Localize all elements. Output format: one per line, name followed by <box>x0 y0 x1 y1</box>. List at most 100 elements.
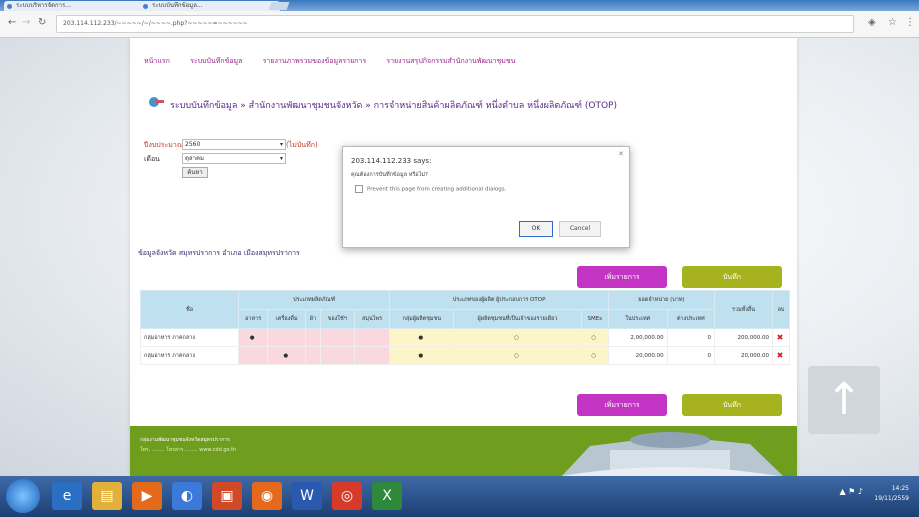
single-owner-radio[interactable]: ○ <box>453 346 582 365</box>
row-name: กลุ่มอาหาร ภาคกลาง <box>140 346 239 365</box>
tab-favicon-icon <box>143 4 148 9</box>
add-item-button-bottom[interactable]: เพิ่มรายการ <box>577 394 667 416</box>
col-fabric: ผ้า <box>305 309 321 329</box>
utility-checkbox[interactable] <box>319 346 355 365</box>
tab-favicon-icon <box>7 4 12 9</box>
fabric-checkbox[interactable] <box>305 328 321 347</box>
col-drink: เครื่องดื่ม <box>267 309 307 329</box>
system-tray-icons[interactable]: ▲ ⚑ ♪ <box>839 487 863 496</box>
ie-icon[interactable]: e <box>52 482 82 510</box>
single-owner-radio[interactable]: ○ <box>453 328 582 347</box>
row-name: กลุ่มอาหาร ภาคกลาง <box>140 328 239 347</box>
food-checkbox[interactable] <box>237 346 269 365</box>
building-illustration <box>561 432 783 476</box>
month-value: ตุลาคม <box>185 155 204 162</box>
app-icon[interactable]: ◐ <box>172 482 202 510</box>
start-button-icon[interactable] <box>6 479 40 513</box>
browser-tab-1[interactable]: ระบบบริหารจัดการ... ✕ <box>4 1 148 11</box>
menu-report-overview[interactable]: รายงานภาพรวมของข้อมูลรายการ <box>263 57 366 65</box>
save-button[interactable]: บันทึก <box>682 266 782 288</box>
url-field[interactable]: 203.114.112.233/~~~~~/~/~~~~.php?~~~~~=~… <box>56 15 854 33</box>
menu-icon[interactable]: ⋮ <box>905 17 915 28</box>
delete-icon[interactable]: ✖ <box>772 346 790 365</box>
year-note: (ไม่บันทึก) <box>286 141 318 149</box>
foreign-input[interactable]: 0 <box>666 346 716 365</box>
menu-record[interactable]: ระบบบันทึกข้อมูล <box>190 57 242 65</box>
chrome-icon[interactable]: ◎ <box>332 482 362 510</box>
foreign-input[interactable]: 0 <box>666 328 716 347</box>
col-domestic: ในประเทศ <box>607 309 668 329</box>
month-select[interactable]: ตุลาคม ▾ <box>182 153 286 164</box>
month-label: เดือน <box>144 155 160 163</box>
col-group-product: ประเภทผลิตภัณฑ์ <box>237 290 391 310</box>
prevent-dialogs-checkbox[interactable]: Prevent this page from creating addition… <box>355 185 506 193</box>
star-icon[interactable]: ☆ <box>888 17 897 28</box>
taskbar-clock[interactable]: 14:25 19/11/2559 <box>874 484 909 504</box>
year-value: 2560 <box>185 141 201 148</box>
checkbox-icon[interactable] <box>355 185 363 193</box>
checkbox-label: Prevent this page from creating addition… <box>367 186 507 193</box>
col-smes: SMEs <box>580 309 609 329</box>
menu-home[interactable]: หน้าแรก <box>144 57 170 65</box>
clock-date: 19/11/2559 <box>874 495 909 502</box>
page-footer: กลุ่มงานพัฒนาชุมชนจังหวัดสมุทรปราการ โทร… <box>130 426 797 476</box>
table-row: กลุ่มอาหาร ภาคกลาง ● ● ○ ○ 20,000.00 0 2… <box>140 346 790 365</box>
tools-icon <box>149 97 164 107</box>
back-arrow-icon[interactable]: ← <box>8 17 16 28</box>
col-herb: สมุนไพร <box>353 309 391 329</box>
total-value: 200,000.00 <box>714 328 773 347</box>
page-title: ระบบบันทึกข้อมูล » สำนักงานพัฒนาชุมชนจัง… <box>170 101 617 111</box>
section-title: ข้อมูลจังหวัด สมุทรปราการ อำเภอ เมืองสมุ… <box>138 249 300 257</box>
menu-report-activity[interactable]: รายงานสรุปกิจกรรมสำนักงานพัฒนาชุมชน <box>386 57 515 65</box>
community-radio[interactable]: ● <box>389 346 455 365</box>
clock-time: 14:25 <box>891 485 909 492</box>
filter-panel: ปีงบประมาณ 2560 ▾ (ไม่บันทึก) เดือน ตุลา… <box>144 139 324 200</box>
footer-contact: โทร. ........ โทรสาร ........ www.cdd.go… <box>140 447 237 453</box>
col-delete: ลบ <box>772 290 790 329</box>
extension-icon[interactable]: ◈ <box>868 17 876 28</box>
reload-icon[interactable]: ↻ <box>38 17 46 28</box>
utility-checkbox[interactable] <box>319 328 355 347</box>
browser-tab-2[interactable]: ระบบบันทึกข้อมูล... ✕ <box>140 1 280 11</box>
fabric-checkbox[interactable] <box>305 346 321 365</box>
chevron-down-icon: ▾ <box>279 141 283 148</box>
smes-radio[interactable]: ○ <box>580 328 609 347</box>
delete-icon[interactable]: ✖ <box>772 328 790 347</box>
herb-checkbox[interactable] <box>353 328 391 347</box>
new-tab-button[interactable] <box>268 2 290 10</box>
search-button[interactable]: ค้นหา <box>182 167 208 178</box>
word-icon[interactable]: W <box>292 482 322 510</box>
drink-checkbox[interactable]: ● <box>267 346 307 365</box>
col-group-sales: ยอดจำหน่าย (บาท) <box>607 290 716 310</box>
ok-button[interactable]: OK <box>519 221 553 237</box>
close-icon[interactable]: ✕ <box>618 150 624 158</box>
col-utility: ของใช้ฯ <box>319 309 355 329</box>
save-button-bottom[interactable]: บันทึก <box>682 394 782 416</box>
add-item-button[interactable]: เพิ่มรายการ <box>577 266 667 288</box>
smes-radio[interactable]: ○ <box>580 346 609 365</box>
firefox-icon[interactable]: ◉ <box>252 482 282 510</box>
content-card: หน้าแรก ระบบบันทึกข้อมูล รายงานภาพรวมของ… <box>130 38 797 476</box>
drink-checkbox[interactable] <box>267 328 307 347</box>
tab-title: ระบบบริหารจัดการ... <box>16 2 71 9</box>
confirm-dialog: ✕ 203.114.112.233 says: คุณต้องการบันทึก… <box>342 146 630 248</box>
sales-table: ชื่อ ประเภทผลิตภัณฑ์ ประเภทของผู้ผลิต ผู… <box>140 290 790 365</box>
year-select[interactable]: 2560 ▾ <box>182 139 286 150</box>
forward-arrow-icon[interactable]: → <box>22 17 30 28</box>
food-checkbox[interactable]: ● <box>237 328 269 347</box>
domestic-input[interactable]: 2,00,000.00 <box>607 328 668 347</box>
col-food: อาหาร <box>237 309 269 329</box>
col-single-owner: ผู้ผลิตชุมชนที่เป็นเจ้าของรายเดียว <box>453 309 582 329</box>
col-foreign: ต่างประเทศ <box>666 309 716 329</box>
community-radio[interactable]: ● <box>389 328 455 347</box>
excel-icon[interactable]: X <box>372 482 402 510</box>
app-icon[interactable]: ▣ <box>212 482 242 510</box>
herb-checkbox[interactable] <box>353 346 391 365</box>
col-group-producer: ประเภทของผู้ผลิต ผู้ประกอบการ OTOP <box>389 290 609 310</box>
domestic-input[interactable]: 20,000.00 <box>607 346 668 365</box>
scroll-to-top-button[interactable]: ↑ <box>808 366 880 434</box>
media-player-icon[interactable]: ▶ <box>132 482 162 510</box>
folder-icon[interactable]: ▤ <box>92 482 122 510</box>
footer-org: กลุ่มงานพัฒนาชุมชนจังหวัดสมุทรปราการ <box>140 437 230 443</box>
cancel-button[interactable]: Cancel <box>559 221 601 237</box>
